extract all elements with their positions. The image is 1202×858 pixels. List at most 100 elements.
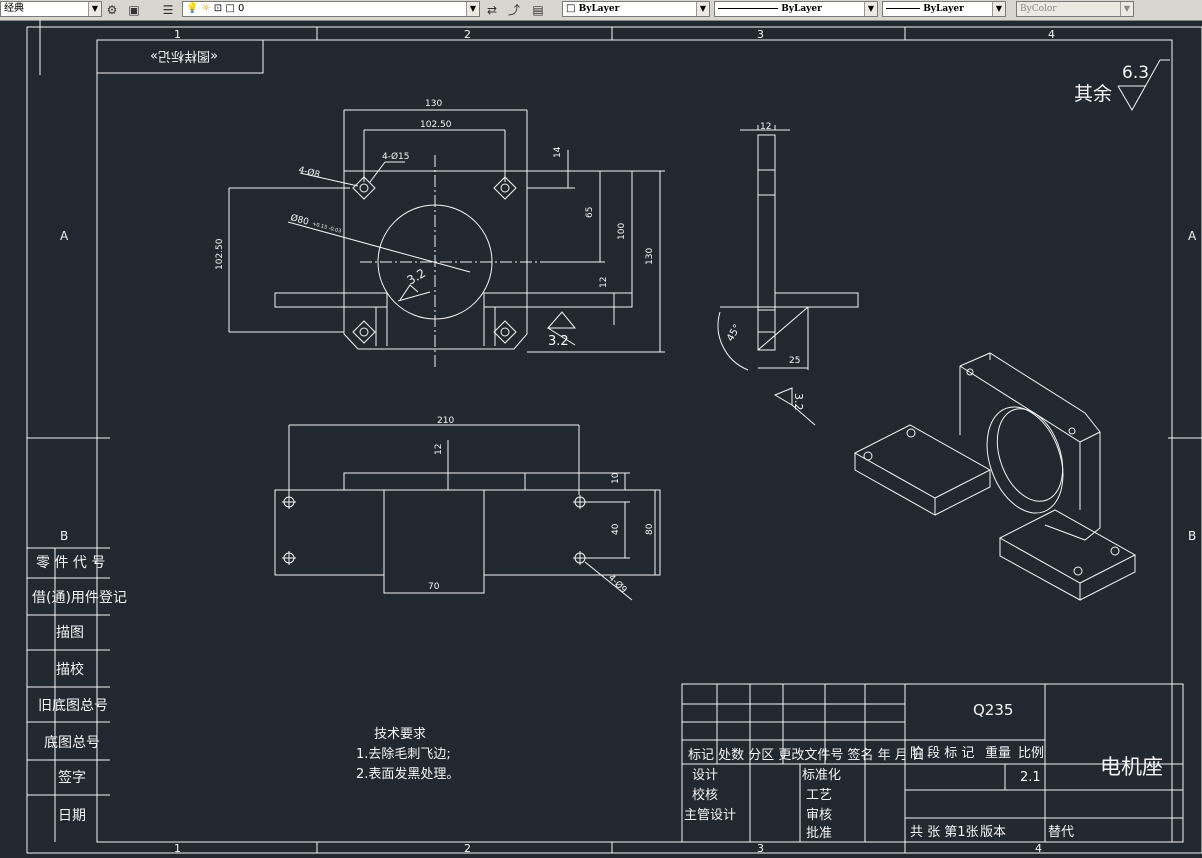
process-label: 工艺 xyxy=(806,788,832,803)
stamp-text: «图样标记» xyxy=(150,48,218,63)
drawing-canvas[interactable]: 1 2 3 4 1 2 3 4 A A B B «图样标记» 其余 6.3 13… xyxy=(0,20,1202,858)
left-table-item: 零 件 代 号 xyxy=(36,555,105,571)
layer-select[interactable]: 💡 ☼ ⊡ □ 0 ▼ xyxy=(182,1,480,17)
dim-65: 65 xyxy=(585,207,595,218)
top-dim-10: 10 xyxy=(611,472,621,484)
tech-notes-line-1: 1.去除毛刺飞边; xyxy=(356,747,451,762)
lineweight-value: ByLayer xyxy=(923,4,964,14)
side-roughness-3-2: 3.2 xyxy=(792,393,805,411)
frame-col-1: 1 xyxy=(174,28,181,41)
roughness-value: 6.3 xyxy=(1122,63,1149,83)
workspace-lock-icon[interactable]: ▣ xyxy=(126,2,142,18)
dim-102-50-vertical: 102.50 xyxy=(215,238,225,270)
roughness-3-2-b: 3.2 xyxy=(548,334,569,349)
color-swatch-icon: □ xyxy=(566,3,576,14)
check-label: 校核 xyxy=(692,787,718,803)
line-sample-icon xyxy=(886,7,920,9)
chevron-down-icon[interactable]: ▼ xyxy=(864,2,877,16)
tech-notes-title: 技术要求 xyxy=(374,727,426,742)
dim-130: 130 xyxy=(425,99,442,109)
frame-row-b-right: B xyxy=(1188,529,1196,543)
properties-toolbar: 经典 ▼ ⚙ ▣ ☰ 💡 ☼ ⊡ □ 0 ▼ ⇄ ⤴ ▤ □ ByLayer ▼… xyxy=(0,0,1202,21)
top-dim-210: 210 xyxy=(437,416,454,426)
dim-4-15: 4-Ø15 xyxy=(382,151,410,162)
chevron-down-icon[interactable]: ▼ xyxy=(696,2,709,16)
roughness-3-2-a: 3.2 xyxy=(405,266,429,288)
color-swatch-icon: □ xyxy=(225,3,235,14)
frame-col-3-bottom: 3 xyxy=(757,842,764,855)
version-label: 版本 xyxy=(980,825,1006,840)
side-dim-12: 12 xyxy=(760,122,771,132)
unlock-icon: ⊡ xyxy=(213,3,223,14)
side-view xyxy=(717,125,859,426)
side-dim-25: 25 xyxy=(789,356,800,366)
plotstyle-select[interactable]: ByColor ▼ xyxy=(1016,1,1134,17)
frame-col-3: 3 xyxy=(757,28,764,41)
top-dim-80: 80 xyxy=(645,523,655,535)
top-view xyxy=(274,424,661,601)
linetype-select[interactable]: ByLayer ▼ xyxy=(714,1,878,17)
inner-frame xyxy=(96,39,1173,843)
approve-label: 批准 xyxy=(806,826,832,841)
front-view xyxy=(228,109,665,370)
side-dim-45: 45° xyxy=(725,323,743,344)
top-dim-4-phi9: 4-Ø9 xyxy=(606,572,629,595)
dim-4-phi8: 4-Ø8 xyxy=(297,164,321,180)
frame-row-b: B xyxy=(60,529,68,543)
frame-col-2-bottom: 2 xyxy=(464,842,471,855)
workspace-value: 经典 xyxy=(4,3,24,14)
layer-value: 0 xyxy=(238,3,245,14)
left-table-item: 描校 xyxy=(56,661,84,678)
dim-phi80: Ø80 xyxy=(289,212,310,227)
chevron-down-icon[interactable]: ▼ xyxy=(1120,2,1133,16)
left-table-item: 签字 xyxy=(58,769,86,786)
scale-label: 比例 xyxy=(1018,746,1044,761)
line-sample-icon xyxy=(718,7,778,9)
standardization-label: 标准化 xyxy=(802,768,841,783)
left-table-item: 描图 xyxy=(56,625,84,641)
top-dim-40: 40 xyxy=(611,523,621,535)
frame-row-a: A xyxy=(60,229,69,243)
layer-manager-icon[interactable]: ☰ xyxy=(160,2,176,18)
frame-row-a-right: A xyxy=(1188,229,1197,243)
left-table-item: 旧底图总号 xyxy=(38,698,108,714)
scale-value: 2.1 xyxy=(1020,770,1041,785)
left-table-item: 底图总号 xyxy=(44,735,100,751)
part-name: 电机座 xyxy=(1100,755,1163,779)
roughness-label: 其余 xyxy=(1074,83,1112,105)
chevron-down-icon[interactable]: ▼ xyxy=(88,2,101,16)
left-table-item: 日期 xyxy=(58,808,86,824)
review-label: 审核 xyxy=(806,808,832,823)
layer-previous-icon[interactable]: ⤴ xyxy=(506,2,522,18)
frame-col-4-bottom: 4 xyxy=(1035,842,1042,855)
weight-label: 重量 xyxy=(985,745,1011,761)
top-dim-70: 70 xyxy=(428,582,440,592)
color-select[interactable]: □ ByLayer ▼ xyxy=(562,1,710,17)
dim-12: 12 xyxy=(599,277,609,288)
frame-col-1-bottom: 1 xyxy=(174,842,181,855)
tech-notes-line-2: 2.表面发黑处理。 xyxy=(356,766,459,782)
left-table-item: 借(通)用件登记 xyxy=(32,590,127,606)
bulb-icon: 💡 xyxy=(186,3,199,14)
chevron-down-icon[interactable]: ▼ xyxy=(466,2,479,16)
layer-states-icon[interactable]: ▤ xyxy=(530,2,546,18)
top-dim-12: 12 xyxy=(434,444,444,455)
chevron-down-icon[interactable]: ▼ xyxy=(992,2,1005,16)
workspace-select[interactable]: 经典 ▼ xyxy=(0,1,102,17)
color-value: ByLayer xyxy=(578,4,620,14)
plotstyle-value: ByColor xyxy=(1020,4,1057,14)
dim-14: 14 xyxy=(553,146,563,158)
revision-header-row: 标记 处数 分区 更改文件号 签名 年 月 日 xyxy=(688,747,925,763)
dim-102-50: 102.50 xyxy=(420,120,452,130)
replace-label: 替代 xyxy=(1048,825,1074,840)
make-current-icon[interactable]: ⇄ xyxy=(484,2,500,18)
material-value: Q235 xyxy=(973,701,1013,719)
lineweight-select[interactable]: ByLayer ▼ xyxy=(882,1,1006,17)
design-label: 设计 xyxy=(692,768,718,783)
outer-frame xyxy=(26,26,1202,854)
stage-mark-label: 阶 段 标 记 xyxy=(910,746,974,761)
frame-col-2: 2 xyxy=(464,28,471,41)
gear-icon[interactable]: ⚙ xyxy=(104,2,120,18)
dim-130-vertical: 130 xyxy=(645,248,655,265)
isometric-view xyxy=(853,352,1137,601)
